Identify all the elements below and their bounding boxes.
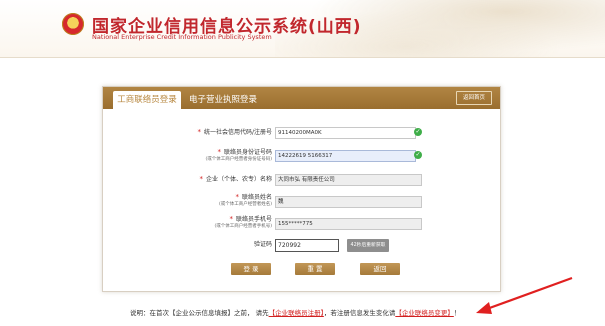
red-arrow-annotation <box>476 276 573 314</box>
